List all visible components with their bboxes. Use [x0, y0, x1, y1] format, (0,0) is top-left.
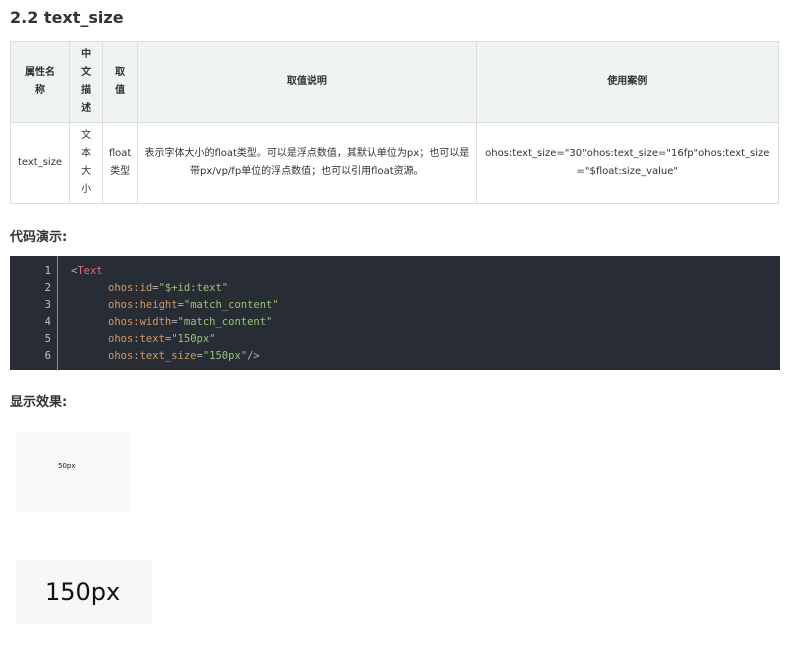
code-demo-label: 代码演示: [10, 230, 68, 245]
header-example: 使用案例 [475, 41, 780, 123]
line-number: 5 [44, 333, 51, 345]
header-value: 取值 [102, 41, 139, 123]
code-line-2: ohos:id="$+id:text" [108, 282, 229, 294]
code-line-5: ohos:text="150px" [108, 333, 216, 345]
table-row: text_size 文本大小 float类型 表示字体大小的float类型。可以… [9, 122, 780, 204]
code-line-1: <Text [71, 265, 103, 277]
line-number-gutter: 1 2 3 4 5 6 [10, 256, 58, 370]
demo-large-text: 150px [45, 578, 121, 606]
section-title: 2.2 text_size [10, 8, 124, 27]
header-attr-name: 属性名称 [9, 41, 71, 123]
line-number: 2 [44, 282, 51, 294]
code-line-3: ohos:height="match_content" [108, 299, 279, 311]
attribute-table: 属性名称 中文描述 取值 取值说明 使用案例 text_size 文本大小 fl… [9, 41, 780, 204]
cell-value: float类型 [102, 122, 139, 204]
cell-explain: 表示字体大小的float类型。可以是浮点数值，其默认单位为px；也可以是带px/… [137, 122, 477, 204]
code-line-4: ohos:width="match_content" [108, 316, 273, 328]
demo-small-text: 50px [58, 462, 76, 470]
demo-large-text-preview: 150px [16, 560, 152, 624]
code-block[interactable]: 1 2 3 4 5 6 <Text ohos:id="$+id:text" oh… [10, 256, 780, 370]
cell-name: text_size [9, 122, 71, 204]
cell-desc: 文本大小 [69, 122, 104, 204]
table-header-row: 属性名称 中文描述 取值 取值说明 使用案例 [9, 41, 780, 123]
code-line-6: ohos:text_size="150px"/> [108, 350, 260, 362]
header-value-explain: 取值说明 [137, 41, 477, 123]
demo-small-text-preview: 50px [16, 432, 130, 512]
line-number: 1 [44, 265, 51, 277]
line-number: 6 [44, 350, 51, 362]
line-number: 3 [44, 299, 51, 311]
cell-example: ohos:text_size="30"ohos:text_size="16fp"… [475, 122, 780, 204]
header-cn-desc: 中文描述 [69, 41, 104, 123]
line-number: 4 [44, 316, 51, 328]
result-label: 显示效果: [10, 395, 68, 410]
